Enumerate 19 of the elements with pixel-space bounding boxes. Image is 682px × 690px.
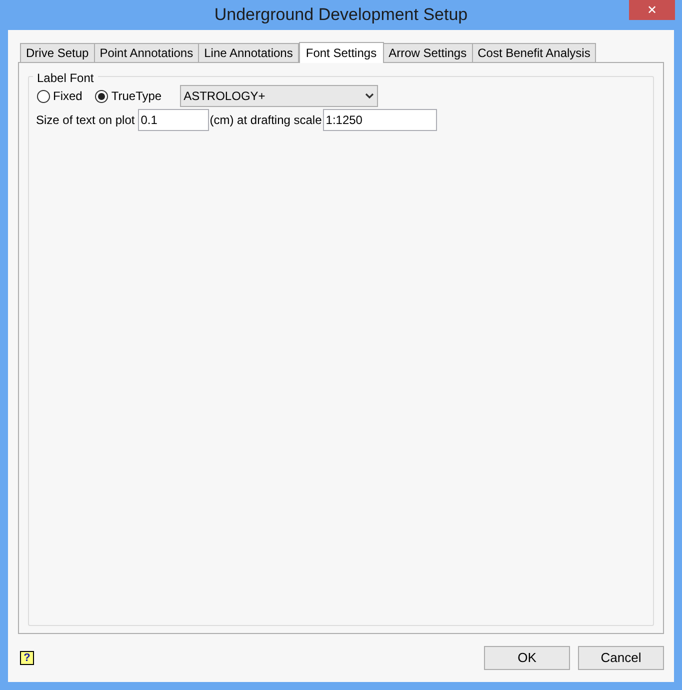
font-dropdown[interactable]: ASTROLOGY+: [180, 85, 378, 107]
scale-label: (cm) at drafting scale: [210, 112, 322, 129]
tab[interactable]: Cost Benefit Analysis: [472, 43, 596, 62]
tab[interactable]: Point Annotations: [94, 43, 200, 62]
tab[interactable]: Line Annotations: [198, 43, 299, 62]
help-button[interactable]: ?: [20, 651, 34, 665]
tab[interactable]: Arrow Settings: [382, 43, 473, 62]
size-label: Size of text on plot: [36, 112, 135, 129]
radio-option[interactable]: TrueType: [95, 87, 162, 105]
tab[interactable]: Drive Setup: [20, 43, 95, 62]
size-field[interactable]: 0.1: [138, 109, 209, 131]
tab[interactable]: Font Settings: [298, 42, 384, 63]
dialog-button[interactable]: Cancel: [578, 646, 664, 670]
scale-field[interactable]: 1:1250: [322, 109, 437, 131]
dialog-button[interactable]: OK: [484, 646, 570, 670]
chevron-icon: [364, 93, 374, 99]
window-title: Underground Development Setup: [214, 4, 468, 26]
radio-option[interactable]: Fixed: [37, 87, 82, 105]
close-button[interactable]: ✕: [629, 0, 675, 20]
